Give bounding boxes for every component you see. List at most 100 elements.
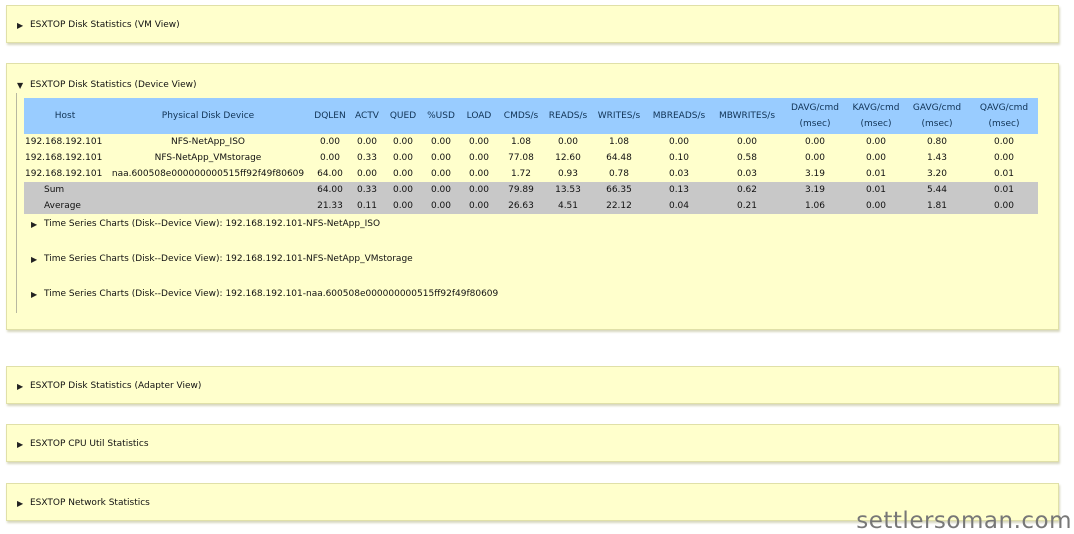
cell-value: 79.89 [498, 182, 544, 198]
time-series-chart-iso[interactable]: ▶ Time Series Charts (Disk--Device View)… [31, 219, 380, 229]
cell-value: 1.81 [904, 198, 970, 214]
col-qavg-unit: (msec) [988, 119, 1020, 129]
adapter-view-title: ESXTOP Disk Statistics (Adapter View) [30, 381, 202, 391]
cell-value: 26.63 [498, 198, 544, 214]
cell-value: 64.00 [310, 182, 350, 198]
col-qued[interactable]: QUED [384, 98, 422, 134]
adapter-view-header[interactable]: ▶ ESXTOP Disk Statistics (Adapter View) [17, 367, 201, 405]
vm-view-header[interactable]: ▶ ESXTOP Disk Statistics (VM View) [17, 6, 180, 44]
table-row: 192.168.192.101 NFS-NetApp_VMstorage 0.0… [24, 150, 1038, 166]
cell-value: 0.33 [356, 153, 378, 163]
cell-value: 0.33 [350, 182, 384, 198]
cell-value: 0.03 [736, 169, 758, 179]
cell-value: 12.60 [555, 153, 581, 163]
cell-value: 0.04 [646, 198, 712, 214]
cell-value: 1.43 [926, 153, 948, 163]
time-series-chart-label: Time Series Charts (Disk--Device View): … [44, 219, 381, 229]
col-writes[interactable]: WRITES/s [592, 98, 646, 134]
col-qavg[interactable]: QAVG/cmd (msec) [970, 98, 1038, 134]
cell-value: 66.35 [592, 182, 646, 198]
cell-value: 0.01 [970, 182, 1038, 198]
cell-value: 0.00 [422, 198, 460, 214]
network-title: ESXTOP Network Statistics [30, 498, 150, 508]
cell-value: 0.10 [668, 153, 690, 163]
col-load[interactable]: LOAD [460, 98, 498, 134]
cell-value: 0.00 [804, 153, 826, 163]
cell-value: 0.00 [319, 137, 341, 147]
cell-value: 3.20 [926, 169, 948, 179]
watermark: settlersoman.com [856, 508, 1072, 534]
cell-device [106, 182, 310, 198]
col-mbreads[interactable]: MBREADS/s [646, 98, 712, 134]
cell-value: 3.19 [804, 169, 826, 179]
cell-value: 0.00 [993, 153, 1015, 163]
cell-value: 0.00 [736, 137, 758, 147]
table-header-row: Host Physical Disk Device DQLEN ACTV QUE… [24, 98, 1038, 134]
col-kavg[interactable]: KAVG/cmd (msec) [848, 98, 904, 134]
cell-value: 0.13 [646, 182, 712, 198]
cell-value: 0.00 [468, 153, 490, 163]
network-header[interactable]: ▶ ESXTOP Network Statistics [17, 484, 150, 522]
cell-value: 0.00 [865, 137, 887, 147]
cell-value: 0.00 [384, 182, 422, 198]
cell-value: 0.00 [804, 137, 826, 147]
sum-row: Sum 64.00 0.33 0.00 0.00 0.00 79.89 13.5… [24, 182, 1038, 198]
time-series-chart-label: Time Series Charts (Disk--Device View): … [44, 289, 499, 299]
cell-value: 5.44 [904, 182, 970, 198]
cell-value: 77.08 [508, 153, 534, 163]
cell-value: 0.21 [712, 198, 782, 214]
col-dqlen[interactable]: DQLEN [310, 98, 350, 134]
cell-value: 0.00 [319, 153, 341, 163]
cell-value: 0.58 [736, 153, 758, 163]
col-cmds[interactable]: CMDS/s [498, 98, 544, 134]
cell-value: 64.00 [317, 169, 343, 179]
cell-value: 0.00 [422, 182, 460, 198]
cell-value: 0.62 [712, 182, 782, 198]
cell-value: 0.00 [430, 153, 452, 163]
time-series-chart-label: Time Series Charts (Disk--Device View): … [44, 254, 413, 264]
cell-value: 0.00 [993, 137, 1015, 147]
col-davg[interactable]: DAVG/cmd (msec) [782, 98, 848, 134]
adapter-view-panel: ▶ ESXTOP Disk Statistics (Adapter View) [6, 366, 1059, 404]
tree-guide-line [16, 93, 18, 313]
table-row: 192.168.192.101 naa.600508e000000000515f… [24, 166, 1038, 182]
cpu-util-header[interactable]: ▶ ESXTOP CPU Util Statistics [17, 425, 149, 463]
cell-value: 1.06 [782, 198, 848, 214]
expand-arrow-icon: ▶ [17, 20, 24, 30]
cell-value: 0.00 [392, 153, 414, 163]
col-reads[interactable]: READS/s [544, 98, 592, 134]
cell-value: 0.11 [350, 198, 384, 214]
col-usd[interactable]: %USD [422, 98, 460, 134]
cell-host: 192.168.192.101 [25, 137, 103, 147]
cell-value: 0.00 [392, 137, 414, 147]
cell-device [106, 198, 310, 214]
col-gavg-unit: (msec) [921, 119, 953, 129]
cell-value: 0.00 [384, 198, 422, 214]
expand-arrow-icon: ▶ [17, 381, 24, 391]
cell-host: 192.168.192.101 [25, 153, 103, 163]
cell-value: 0.00 [970, 198, 1038, 214]
col-gavg[interactable]: GAVG/cmd (msec) [904, 98, 970, 134]
time-series-chart-vmstorage[interactable]: ▶ Time Series Charts (Disk--Device View)… [31, 254, 413, 264]
cell-value: 1.08 [510, 137, 532, 147]
col-kavg-label: KAVG/cmd [852, 103, 900, 113]
col-mbwrites[interactable]: MBWRITES/s [712, 98, 782, 134]
col-davg-unit: (msec) [799, 119, 831, 129]
cell-value: 0.00 [865, 153, 887, 163]
cell-value: 0.00 [460, 182, 498, 198]
table-row: 192.168.192.101 NFS-NetApp_ISO 0.00 0.00… [24, 134, 1038, 150]
time-series-chart-naa[interactable]: ▶ Time Series Charts (Disk--Device View)… [31, 289, 498, 299]
col-kavg-unit: (msec) [860, 119, 892, 129]
col-device[interactable]: Physical Disk Device [106, 98, 310, 134]
cell-value: 0.01 [865, 169, 887, 179]
expand-arrow-icon: ▶ [31, 254, 38, 264]
cpu-util-panel: ▶ ESXTOP CPU Util Statistics [6, 424, 1059, 462]
average-row: Average 21.33 0.11 0.00 0.00 0.00 26.63 … [24, 198, 1038, 214]
cell-value: 0.00 [668, 137, 690, 147]
col-actv[interactable]: ACTV [350, 98, 384, 134]
cell-value: 0.00 [557, 137, 579, 147]
col-host[interactable]: Host [24, 98, 106, 134]
col-gavg-label: GAVG/cmd [912, 103, 962, 113]
cell-value: 0.03 [668, 169, 690, 179]
expand-arrow-icon: ▶ [31, 219, 38, 229]
